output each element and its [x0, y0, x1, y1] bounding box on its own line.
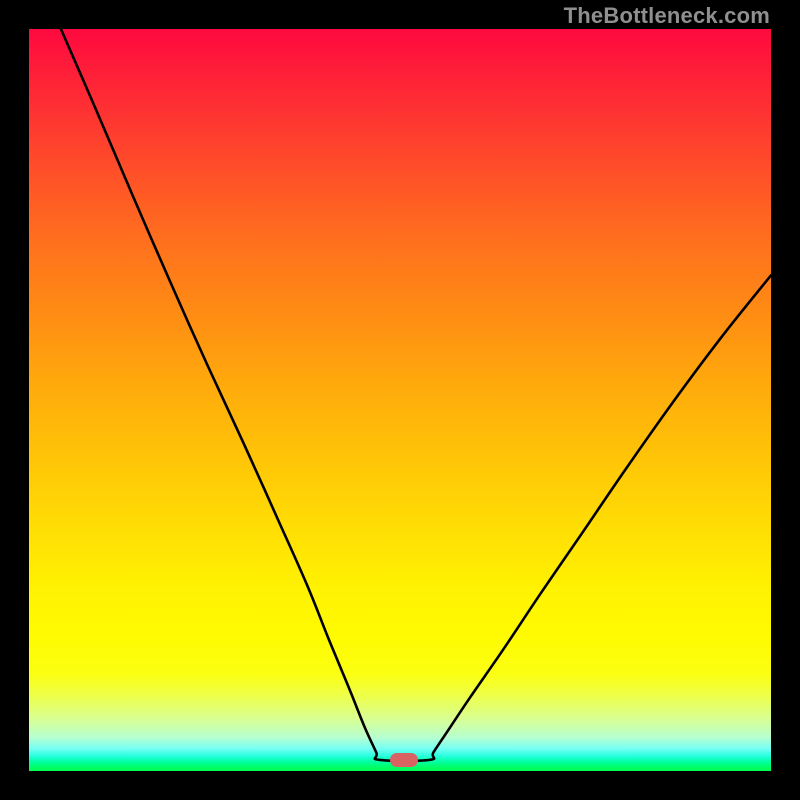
chart-frame: TheBottleneck.com [0, 0, 800, 800]
bottleneck-curve [29, 29, 771, 771]
plot-area [29, 29, 771, 771]
minimum-marker [390, 753, 418, 767]
watermark-text: TheBottleneck.com [564, 3, 770, 29]
